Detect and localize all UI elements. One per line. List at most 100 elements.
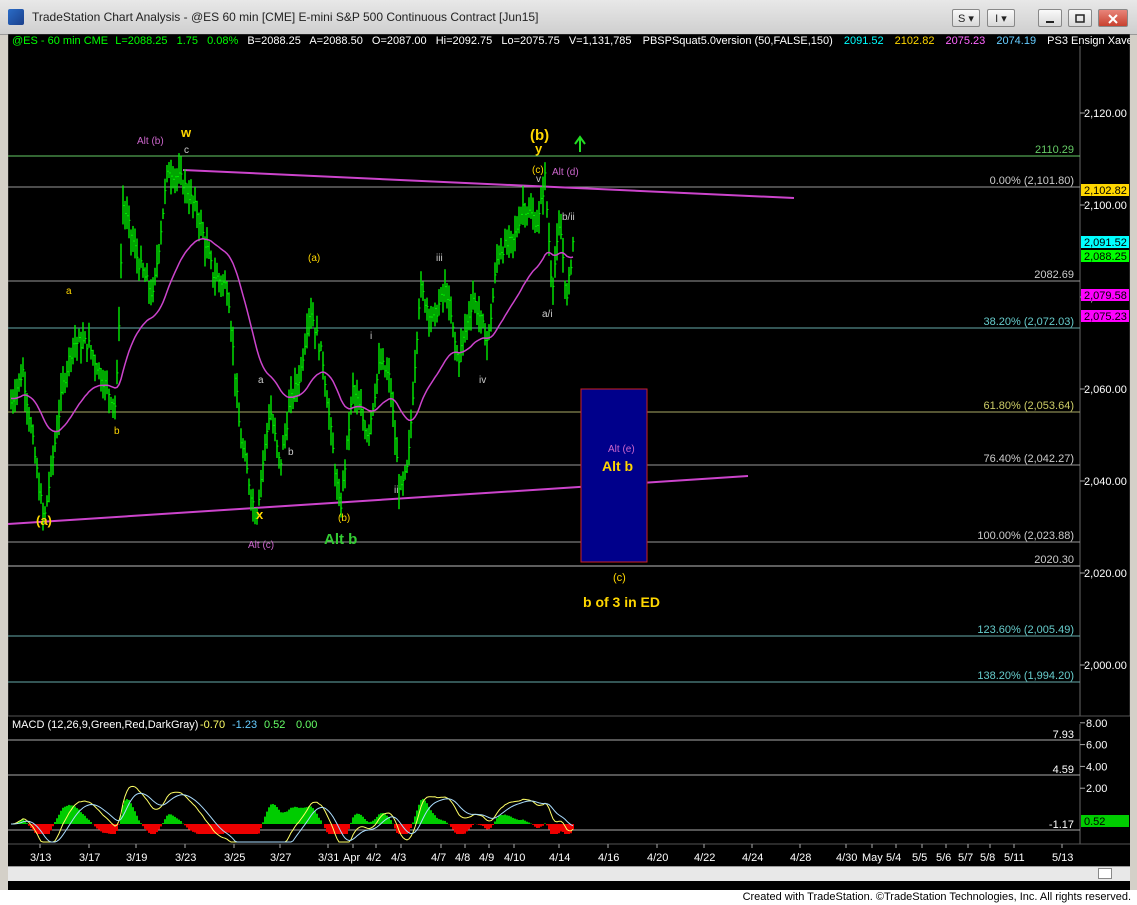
date-label: 4/16: [598, 852, 619, 864]
i-button-label: I: [995, 13, 999, 25]
wave-label: y: [535, 141, 543, 156]
wave-label: iv: [479, 375, 486, 386]
wave-label: Alt (c): [248, 540, 274, 551]
header-extra: PS3 Ensign Xave. ...: [1047, 35, 1130, 47]
macd-axis-label: 8.00: [1086, 718, 1107, 730]
wave-label: (c): [613, 572, 626, 584]
macd-level-label: 7.93: [1053, 729, 1074, 741]
title-bar: TradeStation Chart Analysis - @ES 60 min…: [0, 0, 1137, 35]
wave-label: c: [184, 145, 189, 156]
level-label: 0.00% (2,101.80): [990, 175, 1074, 187]
header-v1: 2091.52: [844, 35, 884, 47]
target-zone-box: [580, 388, 648, 563]
wave-label: Alt b: [602, 458, 633, 474]
macd-value: 0.52: [264, 719, 285, 731]
date-label: 3/25: [224, 852, 245, 864]
wave-label: a: [258, 375, 264, 386]
date-label: 5/7: [958, 852, 973, 864]
header-v2: 2102.82: [895, 35, 935, 47]
header-change: 1.75: [177, 35, 198, 47]
date-label: 3/17: [79, 852, 100, 864]
header-high: Hi=2092.75: [436, 35, 493, 47]
wave-label: w: [180, 125, 192, 140]
price-tag-label: 2,075.23: [1084, 311, 1127, 323]
date-label: 4/2: [366, 852, 381, 864]
date-label: 4/7: [431, 852, 446, 864]
date-label: 4/30: [836, 852, 857, 864]
wave-label: ii: [394, 485, 398, 496]
wave-label: x: [256, 507, 264, 522]
header-line: @ES - 60 min CME L=2088.25 1.75 0.08% B=…: [12, 35, 1130, 47]
footer-copyright: Created with TradeStation. ©TradeStation…: [742, 891, 1131, 903]
level-label: 2082.69: [1034, 269, 1074, 281]
date-label: 5/6: [936, 852, 951, 864]
level-label: 100.00% (2,023.88): [977, 530, 1074, 542]
header-ask: A=2088.50: [309, 35, 363, 47]
header-volume: V=1,131,785: [569, 35, 632, 47]
minimize-button[interactable]: [1038, 9, 1062, 27]
price-tag-label: 2,091.52: [1084, 237, 1127, 249]
level-label: 76.40% (2,042.27): [983, 453, 1074, 465]
wave-label: (a): [308, 253, 320, 264]
macd-label: MACD (12,26,9,Green,Red,DarkGray): [12, 719, 198, 731]
close-button[interactable]: [1098, 9, 1128, 27]
minimize-icon: [1046, 21, 1054, 23]
i-dropdown-button[interactable]: I ▾: [987, 9, 1015, 27]
date-label: 3/27: [270, 852, 291, 864]
header-low: Lo=2075.75: [501, 35, 559, 47]
wave-label: a: [66, 286, 72, 297]
header-bid: B=2088.25: [247, 35, 301, 47]
date-axis: 3/13 3/17 3/19 3/23 3/25 3/27 3/31 Apr 4/2 4/3 4/7…: [30, 844, 1073, 864]
footer: Created with TradeStation. ©TradeStation…: [0, 890, 1137, 905]
header-last: L=2088.25: [115, 35, 167, 47]
macd-axis-label: 6.00: [1086, 740, 1107, 752]
chart-area[interactable]: @ES - 60 min CME L=2088.25 1.75 0.08% B=…: [8, 34, 1130, 890]
horizontal-scrollbar[interactable]: [8, 866, 1130, 881]
s-dropdown-button[interactable]: S ▾: [952, 9, 980, 27]
price-axis-label: 2,060.00: [1084, 384, 1127, 396]
price-axis-label: 2,020.00: [1084, 568, 1127, 580]
wave-label: Alt (e): [608, 444, 635, 455]
close-icon: [1108, 14, 1118, 24]
wave-label: b: [288, 447, 294, 458]
price-tag-label: 2,079.58: [1084, 290, 1127, 302]
date-label: 3/19: [126, 852, 147, 864]
wave-label: b of 3 in ED: [583, 594, 660, 610]
date-label: 5/13: [1052, 852, 1073, 864]
wave-label: Alt (b): [137, 136, 164, 147]
scroll-thumb[interactable]: [1098, 868, 1112, 879]
macd-value: -1.23: [232, 719, 257, 731]
date-label: 4/20: [647, 852, 668, 864]
wave-label: Alt (d): [552, 167, 579, 178]
wave-label: i: [370, 331, 372, 342]
macd-value: 0.00: [296, 719, 317, 731]
macd-axis-label: 2.00: [1086, 783, 1107, 795]
header-v3: 2075.23: [946, 35, 986, 47]
date-label: 5/8: [980, 852, 995, 864]
level-label: 38.20% (2,072.03): [983, 316, 1074, 328]
wave-label: Alt b: [324, 531, 357, 548]
date-label: 4/14: [549, 852, 570, 864]
date-label: Apr: [343, 852, 360, 864]
date-label: 3/13: [30, 852, 51, 864]
wave-label: iii: [436, 253, 443, 264]
level-label: 123.60% (2,005.49): [977, 624, 1074, 636]
header-pct: 0.08%: [207, 35, 238, 47]
price-tag-label: 2,088.25: [1084, 251, 1127, 263]
window-title: TradeStation Chart Analysis - @ES 60 min…: [32, 10, 539, 24]
date-label: 4/28: [790, 852, 811, 864]
date-label: 4/8: [455, 852, 470, 864]
level-label: 2020.30: [1034, 554, 1074, 566]
header-study: PBSPSquat5.0version (50,FALSE,150): [643, 35, 833, 47]
date-label: 4/22: [694, 852, 715, 864]
price-tag-label: 2,102.82: [1084, 185, 1127, 197]
price-chart[interactable]: @ES - 60 min CME L=2088.25 1.75 0.08% B=…: [8, 34, 1130, 890]
macd-level-label: 4.59: [1053, 764, 1074, 776]
maximize-icon: [1075, 14, 1085, 23]
macd-value: -0.70: [200, 719, 225, 731]
maximize-button[interactable]: [1068, 9, 1092, 27]
s-button-label: S: [958, 13, 966, 25]
macd-tag-label: 0.52: [1084, 816, 1105, 828]
wave-label: (b): [338, 513, 350, 524]
wave-label: b: [114, 426, 120, 437]
